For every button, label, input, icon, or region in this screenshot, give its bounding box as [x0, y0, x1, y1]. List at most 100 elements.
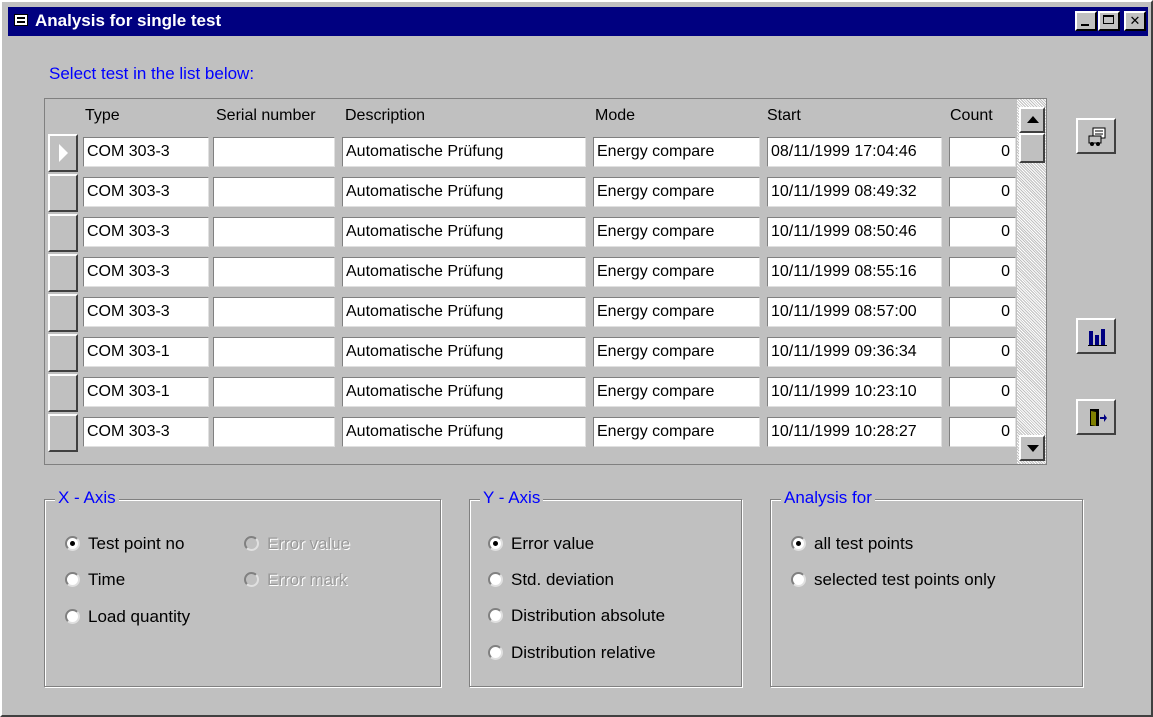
cell-mode[interactable]: Energy compare: [593, 377, 760, 407]
record-selector[interactable]: [48, 134, 78, 172]
cell-count[interactable]: 0: [949, 417, 1016, 447]
y-axis-title: Y - Axis: [480, 488, 544, 508]
cell-serial-number[interactable]: [213, 137, 335, 167]
record-selector[interactable]: [48, 414, 78, 452]
cell-count[interactable]: 0: [949, 257, 1016, 287]
table-row[interactable]: COM 303-1 Automatische Prüfung Energy comp…: [48, 334, 1018, 374]
minimize-icon: [1081, 24, 1089, 26]
cell-serial-number[interactable]: [213, 377, 335, 407]
cell-mode[interactable]: Energy compare: [593, 217, 760, 247]
title-bar[interactable]: Analysis for single test ✕: [8, 7, 1148, 36]
cell-count[interactable]: 0: [949, 137, 1016, 167]
record-selector[interactable]: [48, 334, 78, 372]
table-row[interactable]: COM 303-3 Automatische Prüfung Energy comp…: [48, 414, 1018, 454]
cell-serial-number[interactable]: [213, 217, 335, 247]
column-header-type[interactable]: Type: [85, 107, 120, 125]
column-header-mode[interactable]: Mode: [595, 107, 635, 125]
table-row[interactable]: COM 303-1 Automatische Prüfung Energy comp…: [48, 374, 1018, 414]
radio-button[interactable]: [65, 609, 80, 624]
scroll-thumb[interactable]: [1019, 133, 1045, 163]
cell-start[interactable]: 08/11/1999 17:04:46: [767, 137, 942, 167]
cell-mode[interactable]: Energy compare: [593, 337, 760, 367]
column-header-start[interactable]: Start: [767, 107, 801, 125]
cell-start[interactable]: 10/11/1999 09:36:34: [767, 337, 942, 367]
close-button[interactable]: ✕: [1124, 11, 1146, 31]
cell-serial-number[interactable]: [213, 337, 335, 367]
current-record-icon: [59, 144, 68, 162]
radio-button[interactable]: [488, 572, 503, 587]
table-row[interactable]: COM 303-3 Automatische Prüfung Energy comp…: [48, 214, 1018, 254]
cell-description[interactable]: Automatische Prüfung: [342, 177, 586, 207]
chart-button[interactable]: [1076, 318, 1116, 354]
radio-button[interactable]: [65, 572, 80, 587]
radio-button[interactable]: [488, 608, 503, 623]
cell-count[interactable]: 0: [949, 297, 1016, 327]
cell-serial-number[interactable]: [213, 297, 335, 327]
column-header-count[interactable]: Count: [950, 107, 993, 125]
cell-count[interactable]: 0: [949, 377, 1016, 407]
cell-description[interactable]: Automatische Prüfung: [342, 377, 586, 407]
record-selector[interactable]: [48, 214, 78, 252]
cell-mode[interactable]: Energy compare: [593, 177, 760, 207]
record-selector[interactable]: [48, 174, 78, 212]
report-preview-button[interactable]: [1076, 118, 1116, 154]
radio-button[interactable]: [791, 536, 806, 551]
arrow-up-icon: [1027, 116, 1039, 123]
cell-type[interactable]: COM 303-3: [83, 177, 209, 207]
arrow-down-icon: [1027, 445, 1039, 452]
scroll-up-button[interactable]: [1019, 107, 1045, 133]
cell-type[interactable]: COM 303-1: [83, 377, 209, 407]
maximize-button[interactable]: [1098, 11, 1120, 31]
exit-button[interactable]: [1076, 399, 1116, 435]
cell-type[interactable]: COM 303-3: [83, 137, 209, 167]
radio-button[interactable]: [65, 536, 80, 551]
minimize-button[interactable]: [1075, 11, 1097, 31]
cell-serial-number[interactable]: [213, 417, 335, 447]
cell-description[interactable]: Automatische Prüfung: [342, 217, 586, 247]
column-header-serial-number[interactable]: Serial number: [216, 107, 316, 125]
report-preview-icon: [1088, 127, 1106, 146]
cell-start[interactable]: 10/11/1999 10:28:27: [767, 417, 942, 447]
cell-description[interactable]: Automatische Prüfung: [342, 137, 586, 167]
cell-mode[interactable]: Energy compare: [593, 137, 760, 167]
cell-description[interactable]: Automatische Prüfung: [342, 257, 586, 287]
table-row[interactable]: COM 303-3 Automatische Prüfung Energy comp…: [48, 294, 1018, 334]
cell-mode[interactable]: Energy compare: [593, 417, 760, 447]
cell-type[interactable]: COM 303-3: [83, 217, 209, 247]
cell-count[interactable]: 0: [949, 217, 1016, 247]
cell-serial-number[interactable]: [213, 257, 335, 287]
x-axis-title: X - Axis: [55, 488, 119, 508]
record-selector[interactable]: [48, 374, 78, 412]
radio-button[interactable]: [488, 536, 503, 551]
cell-start[interactable]: 10/11/1999 08:57:00: [767, 297, 942, 327]
cell-mode[interactable]: Energy compare: [593, 297, 760, 327]
record-selector[interactable]: [48, 294, 78, 332]
cell-start[interactable]: 10/11/1999 08:50:46: [767, 217, 942, 247]
cell-start[interactable]: 10/11/1999 10:23:10: [767, 377, 942, 407]
column-header-description[interactable]: Description: [345, 107, 425, 125]
table-row[interactable]: COM 303-3 Automatische Prüfung Energy comp…: [48, 174, 1018, 214]
y-axis-group: Y - Axis Error value Std. deviation Dist…: [469, 488, 742, 687]
cell-serial-number[interactable]: [213, 177, 335, 207]
cell-mode[interactable]: Energy compare: [593, 257, 760, 287]
cell-type[interactable]: COM 303-3: [83, 257, 209, 287]
vertical-scrollbar[interactable]: [1017, 99, 1046, 464]
scroll-down-button[interactable]: [1019, 435, 1045, 461]
bar-chart-icon: [1088, 329, 1107, 346]
radio-button[interactable]: [488, 645, 503, 660]
cell-type[interactable]: COM 303-3: [83, 417, 209, 447]
record-selector[interactable]: [48, 254, 78, 292]
cell-description[interactable]: Automatische Prüfung: [342, 297, 586, 327]
radio-button[interactable]: [791, 572, 806, 587]
cell-type[interactable]: COM 303-1: [83, 337, 209, 367]
cell-description[interactable]: Automatische Prüfung: [342, 337, 586, 367]
table-row[interactable]: COM 303-3 Automatische Prüfung Energy comp…: [48, 254, 1018, 294]
table-row[interactable]: COM 303-3 Automatische Prüfung Energy comp…: [48, 134, 1018, 174]
cell-start[interactable]: 10/11/1999 08:49:32: [767, 177, 942, 207]
cell-description[interactable]: Automatische Prüfung: [342, 417, 586, 447]
cell-count[interactable]: 0: [949, 177, 1016, 207]
cell-type[interactable]: COM 303-3: [83, 297, 209, 327]
cell-count[interactable]: 0: [949, 337, 1016, 367]
maximize-icon: [1103, 15, 1114, 24]
cell-start[interactable]: 10/11/1999 08:55:16: [767, 257, 942, 287]
